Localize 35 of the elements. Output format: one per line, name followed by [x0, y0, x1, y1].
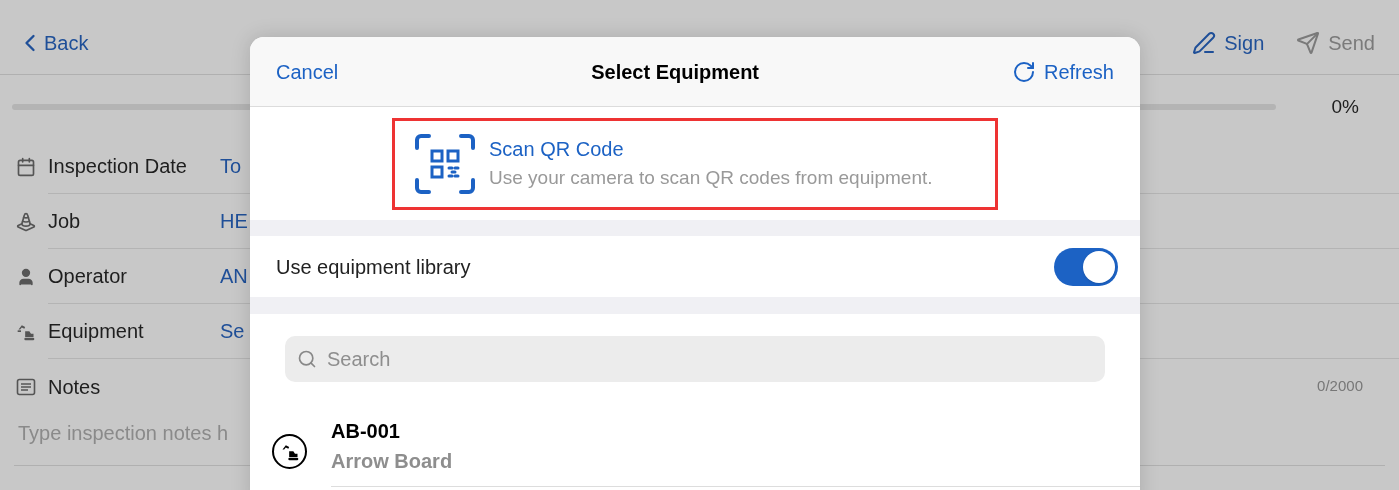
library-toggle[interactable] — [1054, 247, 1118, 286]
calendar-icon — [16, 156, 36, 177]
scan-qr-subtitle: Use your camera to scan QR codes from equipment. — [489, 166, 933, 191]
search-icon — [297, 349, 317, 369]
field-label: Inspection Date — [48, 154, 188, 179]
pen-icon — [1192, 31, 1217, 55]
refresh-icon — [1011, 59, 1036, 84]
field-value[interactable]: To — [220, 151, 242, 181]
notes-counter: 0/2000 — [1317, 376, 1363, 397]
sheet-title: Select Equipment — [591, 59, 759, 85]
field-label: Equipment — [48, 319, 145, 344]
scan-qr-option[interactable]: Scan QR Code Use your camera to scan QR codes from equipment. — [392, 117, 998, 210]
cancel-button[interactable]: Cancel — [276, 56, 339, 87]
notes-label: Notes — [48, 374, 102, 400]
notes-icon — [16, 376, 36, 397]
field-label: Operator — [48, 264, 128, 289]
scan-qr-title: Scan QR Code — [489, 137, 624, 163]
equipment-code: AB-001 — [331, 419, 401, 444]
nav-action-button[interactable]: Sign — [1224, 28, 1265, 58]
back-button[interactable]: Back — [44, 28, 89, 58]
send-icon — [1296, 31, 1321, 55]
qr-code-icon — [413, 131, 477, 196]
person-icon — [16, 266, 36, 287]
equipment-list-item[interactable]: AB-001 Arrow Board — [250, 416, 1140, 487]
refresh-button[interactable]: Refresh — [1043, 56, 1114, 87]
field-value[interactable]: AN — [220, 261, 248, 291]
progress-percent: 0% — [1331, 94, 1359, 119]
excavator-badge-icon — [272, 434, 307, 469]
library-toggle-label: Use equipment library — [276, 254, 471, 280]
traffic-cone-icon — [16, 211, 36, 232]
field-label: Job — [48, 209, 82, 234]
search-field[interactable]: Search — [285, 336, 1105, 382]
field-value[interactable]: Se — [220, 316, 245, 346]
equipment-name: Arrow Board — [331, 449, 454, 474]
field-value[interactable]: HE — [220, 206, 248, 236]
